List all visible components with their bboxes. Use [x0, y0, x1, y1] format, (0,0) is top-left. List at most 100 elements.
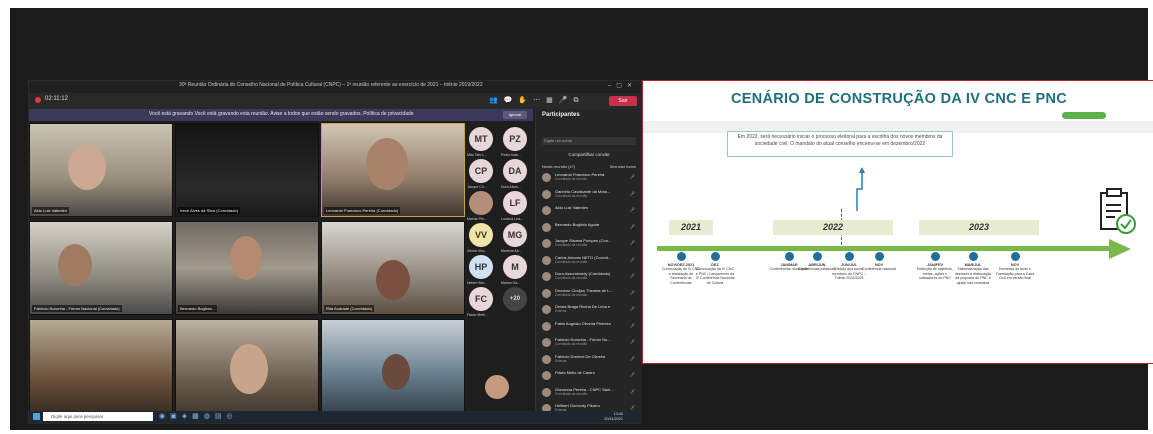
video-tile[interactable]: Luciane Monteiro (Convidado)	[29, 319, 173, 421]
year-label: 2021	[669, 220, 713, 235]
participant-list-item[interactable]: Deodoro Clodjan Theotas de L... Convidado…	[542, 288, 638, 300]
participant-face	[366, 138, 408, 190]
avatar-label: Jacque Ch...	[467, 185, 487, 189]
participant-face	[58, 244, 92, 286]
taskbar-search-input[interactable]: Digite aqui para pesquisar	[43, 412, 153, 421]
video-tile-active-speaker[interactable]: Leonardo Francisco Pereira (Convidado)	[321, 123, 465, 217]
microphone-icon: 🎤︎	[629, 223, 635, 229]
shared-presentation-slide: CENÁRIO DE CONSTRUÇÃO DA IV CNC E PNC Em…	[642, 80, 1153, 364]
participant-avatar[interactable]: +20	[503, 287, 527, 311]
timeline-event: NOV Remessa do texto e Tramitação para a …	[995, 263, 1035, 281]
participant-list-item[interactable]: Aldo Luiz Valentim 🎤︎	[542, 205, 638, 217]
participant-role: Convidado da reunião	[555, 342, 588, 346]
participant-list-item[interactable]: Jacque Silvana Pompeu (Con... Convidado d…	[542, 238, 638, 250]
avatar-label: Dora Alves...	[501, 185, 521, 189]
up-arrow-icon	[856, 167, 865, 211]
participant-avatar[interactable]: VV	[469, 223, 493, 247]
mute-all-button[interactable]: Silenciar todos	[610, 164, 636, 169]
video-tile[interactable]: Bernardo Bogliolo...	[175, 221, 319, 315]
participant-photo	[542, 222, 551, 232]
avatar-label: Mão Tato L...	[467, 153, 488, 157]
participant-list-item[interactable]: Fabrício Noronha - Fórum No... Convidado …	[542, 337, 638, 349]
microphone-icon: 🎤︎	[629, 256, 635, 262]
timeline-event: MAR/JUL Sistematização das diretrizes e e…	[953, 263, 993, 285]
participant-role: Convidado da reunião	[555, 292, 588, 297]
participant-list-item[interactable]: Fabio Augusto Oliveira Pinheiro 🎤︎	[542, 321, 638, 333]
participant-role: Externa	[555, 309, 567, 313]
timeline-dot	[785, 252, 794, 261]
event-description: Convocação da IV CNC e PNC / Lançamento …	[695, 267, 735, 285]
microphone-icon: 🎤︎	[629, 240, 635, 245]
timeline-dot	[677, 252, 686, 261]
leave-button[interactable]: Sair	[609, 96, 637, 106]
event-description: Sistematização das diretrizes e elaboraç…	[954, 267, 992, 285]
timeline-dot	[711, 252, 720, 261]
participant-avatar[interactable]: MG	[503, 223, 527, 247]
tile-name: Rita Andrade (Convidado)	[324, 305, 375, 312]
timeline-bar	[657, 246, 1111, 251]
clock-date: 20/11/2021	[604, 416, 623, 421]
participant-avatar[interactable]: HP	[469, 255, 493, 279]
participant-avatar[interactable]: CP	[469, 159, 493, 183]
avatar-label: Marlene Ab...	[501, 249, 522, 253]
participant-face	[382, 354, 410, 390]
participant-role: Convidado da reunião	[555, 243, 588, 247]
participant-name: Fabio Augusto Oliveira Pinheiro	[555, 320, 612, 326]
event-description: Remessa do texto e Tramitação para a Cas…	[995, 267, 1035, 281]
timeline-event: JAN/FEV Definição de objetivos, metas, aç…	[915, 263, 955, 281]
avatar-label: Luciana Lea...	[501, 217, 523, 221]
participant-avatar[interactable]: M	[503, 255, 527, 279]
participant-avatar[interactable]: MT	[469, 127, 493, 151]
video-tile[interactable]: Fabrício Noronha - Fórum Nacional (Convi…	[29, 221, 173, 315]
video-tile[interactable]: Rita Andrade (Convidado)	[321, 221, 465, 315]
in-meeting-section-label[interactable]: Nesta reunião (47)	[542, 164, 575, 169]
participant-photo	[542, 338, 551, 347]
participant-list-item[interactable]: Fabrício Dorneci De Oliveira Externa 🎤︎	[542, 354, 638, 366]
participant-role: Convidado da reunião	[555, 177, 588, 181]
meeting-toolbar: 02:11:12 👥💬✋⋯▦🎤⧉ Sair	[29, 93, 641, 109]
microphone-icon: 🎤︎	[629, 174, 635, 179]
slide-title: CENÁRIO DE CONSTRUÇÃO DA IV CNC E PNC	[730, 91, 1068, 107]
teams-meeting-window: 30ª Reunião Ordinária do Conselho Nacion…	[28, 80, 642, 424]
participant-list-item[interactable]: Deiola Braga Rocha De Lima e Externa 🎤︎	[542, 304, 638, 316]
window-controls[interactable]: –▢✕	[608, 82, 637, 89]
start-button-icon[interactable]	[33, 413, 40, 420]
participant-face	[68, 144, 106, 190]
participant-avatar[interactable]: FC	[469, 287, 493, 311]
participant-name: Flávio Mello de Castro	[555, 370, 595, 375]
video-tile[interactable]: Irene Alves da Silva (Convidado)	[175, 123, 319, 217]
participant-face	[230, 236, 262, 280]
meeting-timer: 02:11:12	[45, 96, 68, 102]
share-invite-button[interactable]: Compartilhar convite	[542, 150, 636, 159]
participant-list-item[interactable]: Carlos Antonio NETO (Convid... Convidado …	[542, 255, 638, 267]
participant-list-item[interactable]: Bernardo Bogliolo Aguiar 🎤︎	[542, 222, 638, 234]
avatar-label: Hebert Bar...	[467, 281, 487, 285]
participant-photo	[542, 272, 551, 281]
taskbar-app-icons[interactable]: ◉▣◈▦◍▤◎	[159, 412, 238, 420]
participant-search-input[interactable]: Digite um nome	[542, 137, 636, 145]
video-tile[interactable]: Aldo Luiz Valentim	[29, 123, 173, 217]
participant-avatar[interactable]: PZ	[503, 127, 527, 151]
microphone-icon: 🎤︎	[629, 339, 635, 344]
timeline-dot	[845, 252, 854, 261]
video-tile[interactable]: Pedro Machado Mastrobuono (Convidado)	[175, 319, 319, 421]
timeline-dot	[969, 252, 978, 261]
participant-photo	[542, 206, 551, 215]
dismiss-banner-button[interactable]: Ignorar	[503, 111, 527, 119]
participant-list-item[interactable]: Flávio Mello de Castro 🎤︎	[542, 370, 638, 382]
participant-avatar[interactable]: DA	[503, 159, 527, 183]
participant-list-item[interactable]: Leonardo Francisco Pereira Convidado da r…	[542, 172, 638, 184]
participant-list-item[interactable]: Dora Assumimédy (Convidado) Convidado da …	[542, 271, 638, 283]
participant-avatar[interactable]: LF	[503, 191, 527, 215]
clock-time: 13:40	[613, 412, 623, 416]
self-view-avatar[interactable]	[485, 375, 509, 399]
participant-role: Convidado da reunião	[555, 193, 588, 198]
participant-role: Convidado da reunião	[555, 259, 588, 264]
participant-avatar[interactable]	[469, 191, 493, 215]
meeting-controls[interactable]: 👥💬✋⋯▦🎤⧉	[489, 96, 584, 105]
participant-list-item[interactable]: Giovanna Pereira - CNPC Sant... Convidado…	[542, 387, 638, 399]
microphone-icon: 🎤︎	[629, 322, 635, 328]
video-tile[interactable]: Irene CPRI (Presidente Cultural)	[321, 319, 465, 421]
microphone-icon: 🎤︎	[629, 405, 635, 410]
participant-list-item[interactable]: Gabriela Cavalcante da Mota... Convidado …	[542, 189, 638, 201]
